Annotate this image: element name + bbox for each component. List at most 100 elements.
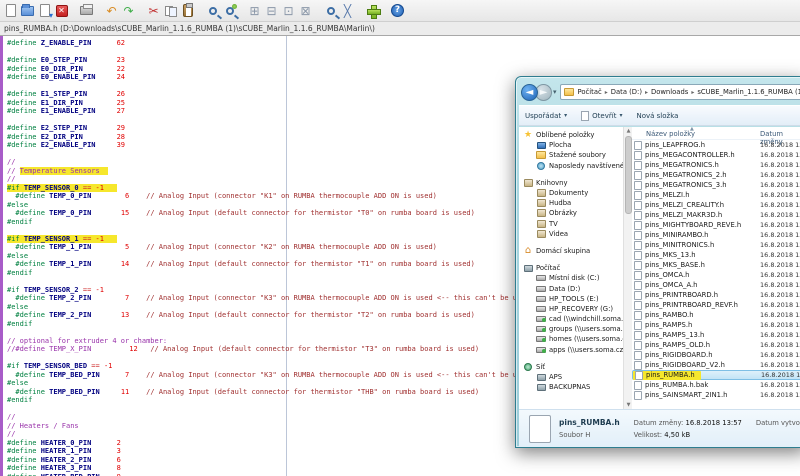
file-modified-date: 16.8.2018 13:57 xyxy=(760,141,800,149)
sidebar-item-hp-recovery-g[interactable]: HP_RECOVERY (G:) xyxy=(523,304,623,314)
sidebar-item-dom-c-skupina[interactable]: ⌂Domácí skupina xyxy=(523,246,623,256)
code-token: // xyxy=(7,413,15,421)
sidebar-item-m-stn-disk-c[interactable]: Místní disk (C:) xyxy=(523,273,623,283)
new-window-icon[interactable]: ⊞ xyxy=(246,2,263,19)
sidebar-item-tv[interactable]: TV xyxy=(523,219,623,229)
file-row[interactable]: pins_MINITRONICS.h16.8.2018 13:57 xyxy=(632,240,800,250)
organize-button[interactable]: Uspořádat ▾ xyxy=(525,112,567,120)
text-zoom-icon[interactable] xyxy=(322,2,339,19)
open-file-icon[interactable] xyxy=(19,2,36,19)
file-row[interactable]: pins_RAMPS_OLD.h16.8.2018 13:57 xyxy=(632,340,800,350)
close-file-icon[interactable]: ✕ xyxy=(53,2,70,19)
paste-icon[interactable] xyxy=(179,2,196,19)
redo-icon[interactable]: ↷ xyxy=(120,2,137,19)
code-token: TEMP_0_PIN xyxy=(49,192,91,200)
breadcrumb-item[interactable]: Data (D:) xyxy=(611,88,642,96)
sidebar-item-hudba[interactable]: Hudba xyxy=(523,198,623,208)
file-row[interactable]: pins_MEGACONTROLLER.h16.8.2018 13:57 xyxy=(632,150,800,160)
sidebar-item-hp-tools-e[interactable]: HP_TOOLS (E:) xyxy=(523,294,623,304)
code-token xyxy=(87,90,117,98)
new-folder-button[interactable]: Nová složka xyxy=(636,112,678,120)
undo-icon[interactable]: ↶ xyxy=(103,2,120,19)
file-row[interactable]: pins_RUMBA.h.bak16.8.2018 13:57 xyxy=(632,380,800,390)
breadcrumb-item[interactable]: sCUBE_Marlin_1.1.6_RUMBA (1) xyxy=(697,88,800,96)
sidebar-item-plocha[interactable]: Plocha xyxy=(523,140,623,150)
file-row[interactable]: pins_MELZI_MAKR3D.h16.8.2018 13:57 xyxy=(632,210,800,220)
sidebar-scrollbar[interactable]: ▲ ▼ xyxy=(623,127,632,409)
sidebar-item-apps-users-soma-cz-z[interactable]: apps (\\users.soma.cz) (Z xyxy=(523,345,623,355)
details-modified-column: Datum změny: 16.8.2018 13:57 Velikost: 4… xyxy=(634,417,742,441)
find-in-files-icon[interactable] xyxy=(221,2,238,19)
sidebar-item-homes-users-soma-cz[interactable]: homes (\\users.soma.cz) xyxy=(523,334,623,344)
history-dropdown-icon[interactable]: ▾ xyxy=(553,88,557,96)
code-line: #define E0_DIR_PIN 22 xyxy=(7,65,797,74)
file-row[interactable]: pins_OMCA.h16.8.2018 13:57 xyxy=(632,270,800,280)
address-breadcrumb-bar[interactable]: Počítač▸Data (D:)▸Downloads▸sCUBE_Marlin… xyxy=(560,84,800,100)
file-row[interactable]: pins_RIGIDBOARD_V2.h16.8.2018 13:57 xyxy=(632,360,800,370)
code-token: E0_ENABLE_PIN xyxy=(41,73,96,81)
network-pc-icon xyxy=(536,372,546,382)
back-button[interactable]: ◄ xyxy=(521,84,538,101)
file-modified-date: 16.8.2018 13:57 xyxy=(760,341,800,349)
file-row[interactable]: pins_OMCA_A.h16.8.2018 13:57 xyxy=(632,280,800,290)
breadcrumb-item[interactable]: Počítač xyxy=(578,88,602,96)
print-icon[interactable] xyxy=(78,2,95,19)
file-row[interactable]: pins_RAMPS.h16.8.2018 13:57 xyxy=(632,320,800,330)
help-icon[interactable]: ? xyxy=(389,2,406,19)
find-icon[interactable] xyxy=(204,2,221,19)
open-button[interactable]: Otevřít ▾ xyxy=(581,111,622,121)
file-row[interactable]: pins_RAMBO.h16.8.2018 13:57 xyxy=(632,310,800,320)
file-row[interactable]: pins_SAINSMART_2IN1.h16.8.2018 13:57 xyxy=(632,390,800,400)
column-name[interactable]: Název položky xyxy=(646,130,695,138)
code-token: TEMP_SENSOR_BED xyxy=(24,362,87,370)
settings-icon[interactable]: ╳ xyxy=(339,2,356,19)
file-row[interactable]: pins_PRINTRBOARD_REVF.h16.8.2018 13:57 xyxy=(632,300,800,310)
editor-tab-bar[interactable]: pins_RUMBA.h (D:\Downloads\sCUBE_Marlin_… xyxy=(0,22,800,36)
file-row[interactable]: pins_MKS_BASE.h16.8.2018 13:57 xyxy=(632,260,800,270)
breadcrumb-item[interactable]: Downloads xyxy=(651,88,688,96)
sidebar-item-obr-zky[interactable]: Obrázky xyxy=(523,208,623,218)
file-row[interactable]: pins_MEGATRONICS_2.h16.8.2018 13:57 xyxy=(632,170,800,180)
file-row[interactable]: pins_RUMBA.h16.8.2018 13:57 xyxy=(632,370,800,380)
file-row[interactable]: pins_RIGIDBOARD.h16.8.2018 13:57 xyxy=(632,350,800,360)
file-row[interactable]: pins_RAMPS_13.h16.8.2018 13:57 xyxy=(632,330,800,340)
file-row[interactable]: pins_MELZI.h16.8.2018 13:57 xyxy=(632,190,800,200)
tile-horizontal-icon[interactable]: ⊟ xyxy=(263,2,280,19)
sidebar-item-aps[interactable]: APS xyxy=(523,372,623,382)
file-row[interactable]: pins_MEGATRONICS_3.h16.8.2018 13:57 xyxy=(632,180,800,190)
sidebar-item-groups-users-soma-cz[interactable]: groups (\\users.soma.cz) xyxy=(523,324,623,334)
sidebar-item-backupnas[interactable]: BACKUPNAS xyxy=(523,382,623,392)
cut-icon[interactable]: ✂ xyxy=(145,2,162,19)
file-list-header: Název položky Datum změny ▲ xyxy=(632,128,800,140)
cascade-icon[interactable]: ⊠ xyxy=(297,2,314,19)
file-row[interactable]: pins_PRINTRBOARD.h16.8.2018 13:57 xyxy=(632,290,800,300)
explorer-window[interactable]: ◄ ► ▾ Počítač▸Data (D:)▸Downloads▸sCUBE_… xyxy=(515,76,800,448)
copy-icon[interactable] xyxy=(162,2,179,19)
editor-tab-title[interactable]: pins_RUMBA.h (D:\Downloads\sCUBE_Marlin_… xyxy=(4,24,375,33)
file-row[interactable]: pins_MEGATRONICS.h16.8.2018 13:57 xyxy=(632,160,800,170)
sidebar-item-label: Síť xyxy=(536,363,545,371)
code-token: 23 xyxy=(117,56,125,64)
file-row[interactable]: pins_MINIRAMBO.h16.8.2018 13:57 xyxy=(632,230,800,240)
file-row[interactable]: pins_LEAPFROG.h16.8.2018 13:57 xyxy=(632,140,800,150)
sidebar-item-po-ta[interactable]: Počítač xyxy=(523,263,623,273)
file-row[interactable]: pins_MIGHTYBOARD_REVE.h16.8.2018 13:57 xyxy=(632,220,800,230)
sidebar-item-data-d[interactable]: Data (D:) xyxy=(523,283,623,293)
sidebar-item-cad-windchill-soma-cz[interactable]: cad (\\windchill.soma.cz) xyxy=(523,314,623,324)
sidebar-item-knihovny[interactable]: Knihovny xyxy=(523,178,623,188)
file-row[interactable]: pins_MELZI_CREALITY.h16.8.2018 13:57 xyxy=(632,200,800,210)
sidebar-item-obl-ben-polo-ky[interactable]: ★Oblíbené položky xyxy=(523,130,623,140)
sidebar-item-sta-en-soubory[interactable]: Stažené soubory xyxy=(523,150,623,160)
file-row[interactable]: pins_MKS_13.h16.8.2018 13:57 xyxy=(632,250,800,260)
tile-vertical-icon[interactable]: ⊡ xyxy=(280,2,297,19)
code-token xyxy=(87,56,117,64)
save-file-icon[interactable]: ▾ xyxy=(36,2,53,19)
new-file-icon[interactable] xyxy=(2,2,19,19)
sidebar-item-videa[interactable]: Videa xyxy=(523,229,623,239)
plugins-icon[interactable] xyxy=(364,2,381,19)
sidebar-item-dokumenty[interactable]: Dokumenty xyxy=(523,188,623,198)
scrollbar-thumb[interactable] xyxy=(625,136,632,214)
code-token: 27 xyxy=(117,107,125,115)
sidebar-item-naposledy-nav-t-ven[interactable]: Naposledy navštívené xyxy=(523,161,623,171)
sidebar-item-s[interactable]: Síť xyxy=(523,362,623,372)
